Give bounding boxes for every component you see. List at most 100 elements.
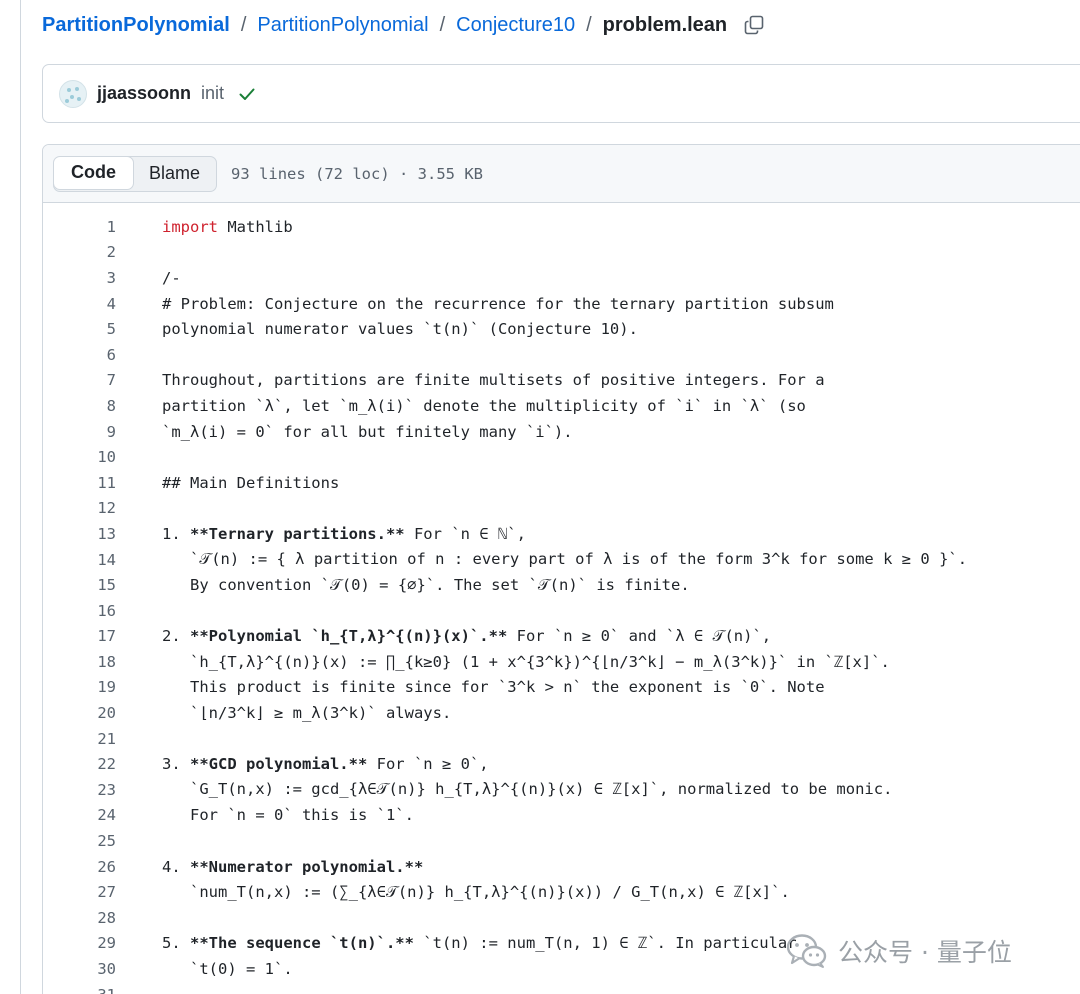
code-line: 5 polynomial numerator values `t(n)` (Con…: [43, 316, 1080, 342]
code-area[interactable]: 1 import Mathlib 2 3 /- 4 # Problem: Conje…: [43, 203, 1080, 994]
code-text: 2. **Polynomial `h_{T,λ}^{(n)}(x)`.** Fo…: [162, 626, 772, 645]
line-number[interactable]: 18: [43, 653, 116, 671]
code-line: 6: [43, 342, 1080, 368]
line-number[interactable]: 5: [43, 320, 116, 338]
code-text: # Problem: Conjecture on the recurrence …: [162, 294, 834, 313]
wechat-watermark: 公众号 · 量子位: [786, 930, 1012, 972]
line-number[interactable]: 21: [43, 730, 116, 748]
line-number[interactable]: 8: [43, 397, 116, 415]
latest-commit-bar: jjaassoonn init: [42, 64, 1080, 123]
code-text: 5. **The sequence `t(n)`.** `t(n) := num…: [162, 934, 797, 953]
commit-author-link[interactable]: jjaassoonn: [97, 83, 191, 104]
line-number[interactable]: 11: [43, 474, 116, 492]
line-number[interactable]: 19: [43, 678, 116, 696]
line-number[interactable]: 1: [43, 218, 116, 236]
code-line: 21: [43, 726, 1080, 752]
code-text: partition `λ`, let `m_λ(i)` denote the m…: [162, 396, 806, 415]
code-line: 18 `h_{T,λ}^{(n)}(x) := ∏_{k≥0} (1 + x^{…: [43, 649, 1080, 675]
code-text: `𝒯(n) := { λ partition of n : every part…: [162, 550, 968, 569]
code-line: 8 partition `λ`, let `m_λ(i)` denote the …: [43, 393, 1080, 419]
code-text: `t(0) = 1`.: [162, 960, 293, 979]
breadcrumb-separator: /: [586, 13, 592, 36]
tab-code[interactable]: Code: [54, 156, 134, 190]
file-viewer: Code Blame 93 lines (72 loc) · 3.55 KB 1…: [42, 144, 1080, 994]
left-border: [20, 0, 21, 994]
breadcrumb-owner-link[interactable]: PartitionPolynomial: [42, 14, 230, 37]
code-line: 22 3. **GCD polynomial.** For `n ≥ 0`,: [43, 751, 1080, 777]
code-line: 3 /-: [43, 265, 1080, 291]
code-line: 26 4. **Numerator polynomial.**: [43, 854, 1080, 880]
code-line: 2: [43, 240, 1080, 266]
code-text: import Mathlib: [162, 217, 293, 236]
view-mode-toggle: Code Blame: [53, 155, 218, 192]
line-number[interactable]: 4: [43, 295, 116, 313]
line-number[interactable]: 9: [43, 423, 116, 441]
avatar[interactable]: [59, 79, 87, 108]
code-line: 13 1. **Ternary partitions.** For `n ∈ ℕ`…: [43, 521, 1080, 547]
breadcrumb-separator: /: [240, 13, 247, 36]
code-text: Throughout, partitions are finite multis…: [162, 371, 825, 390]
code-line: 24 For `n = 0` this is `1`.: [43, 803, 1080, 829]
line-number[interactable]: 24: [43, 806, 116, 824]
code-text: By convention `𝒯(0) = {∅}`. The set `𝒯(n…: [162, 575, 690, 594]
code-text: 4. **Numerator polynomial.**: [162, 857, 424, 876]
line-number[interactable]: 14: [43, 551, 116, 569]
line-number[interactable]: 13: [43, 525, 116, 543]
code-text: `h_{T,λ}^{(n)}(x) := ∏_{k≥0} (1 + x^{3^k…: [162, 652, 890, 671]
code-line: 20 `⌊n/3^k⌋ ≥ m_λ(3^k)` always.: [43, 700, 1080, 726]
keyword-import: import: [162, 217, 218, 236]
code-line: 28: [43, 905, 1080, 931]
tab-blame[interactable]: Blame: [133, 157, 216, 191]
code-line: 10: [43, 444, 1080, 470]
line-number[interactable]: 27: [43, 883, 116, 901]
breadcrumb-repo-link[interactable]: PartitionPolynomial: [257, 14, 428, 37]
code-text: For `n = 0` this is `1`.: [162, 806, 414, 825]
breadcrumb-folder-link[interactable]: Conjecture10: [456, 14, 575, 37]
code-line: 15 By convention `𝒯(0) = {∅}`. The set `…: [43, 572, 1080, 598]
line-number[interactable]: 26: [43, 858, 116, 876]
line-number[interactable]: 10: [43, 448, 116, 466]
line-number[interactable]: 23: [43, 781, 116, 799]
code-text: /-: [162, 268, 181, 287]
commit-message-link[interactable]: init: [201, 83, 224, 104]
code-text: `m_λ(i) = 0` for all but finitely many `…: [162, 422, 573, 441]
line-number[interactable]: 2: [43, 243, 116, 261]
code-line: 12: [43, 496, 1080, 522]
code-line: 11 ## Main Definitions: [43, 470, 1080, 496]
line-number[interactable]: 22: [43, 755, 116, 773]
code-line: 25: [43, 828, 1080, 854]
line-number[interactable]: 31: [43, 986, 116, 994]
line-number[interactable]: 12: [43, 499, 116, 517]
code-text: This product is finite since for `3^k > …: [162, 678, 825, 697]
code-line: 17 2. **Polynomial `h_{T,λ}^{(n)}(x)`.** …: [43, 624, 1080, 650]
code-line: 23 `G_T(n,x) := gcd_{λ∈𝒯(n)} h_{T,λ}^{(n…: [43, 777, 1080, 803]
line-number[interactable]: 30: [43, 960, 116, 978]
code-text: polynomial numerator values `t(n)` (Conj…: [162, 320, 638, 339]
line-number[interactable]: 6: [43, 346, 116, 364]
code-line: 14 `𝒯(n) := { λ partition of n : every p…: [43, 547, 1080, 573]
code-line: 16: [43, 598, 1080, 624]
line-number[interactable]: 28: [43, 909, 116, 927]
code-text: 3. **GCD polynomial.** For `n ≥ 0`,: [162, 755, 489, 774]
line-number[interactable]: 15: [43, 576, 116, 594]
line-number[interactable]: 25: [43, 832, 116, 850]
watermark-text: 公众号 · 量子位: [838, 938, 1012, 967]
copy-icon[interactable]: [743, 14, 765, 36]
line-number[interactable]: 17: [43, 627, 116, 645]
line-number[interactable]: 7: [43, 371, 116, 389]
breadcrumb-current-file: problem.lean: [602, 13, 728, 36]
code-line: 4 # Problem: Conjecture on the recurrence…: [43, 291, 1080, 317]
line-number[interactable]: 20: [43, 704, 116, 722]
line-number[interactable]: 16: [43, 602, 116, 620]
file-info: 93 lines (72 loc) · 3.55 KB: [231, 164, 483, 183]
line-number[interactable]: 29: [43, 934, 116, 952]
line-number[interactable]: 3: [43, 269, 116, 287]
wechat-icon: [786, 934, 827, 968]
code-text: 1. **Ternary partitions.** For `n ∈ ℕ`,: [162, 524, 526, 543]
code-text: ## Main Definitions: [162, 473, 340, 492]
file-header: Code Blame 93 lines (72 loc) · 3.55 KB: [43, 145, 1080, 203]
code-line: 7 Throughout, partitions are finite multi…: [43, 368, 1080, 394]
code-line: 9 `m_λ(i) = 0` for all but finitely many …: [43, 419, 1080, 445]
code-text: `G_T(n,x) := gcd_{λ∈𝒯(n)} h_{T,λ}^{(n)}(…: [162, 780, 893, 799]
check-icon[interactable]: [238, 85, 256, 103]
